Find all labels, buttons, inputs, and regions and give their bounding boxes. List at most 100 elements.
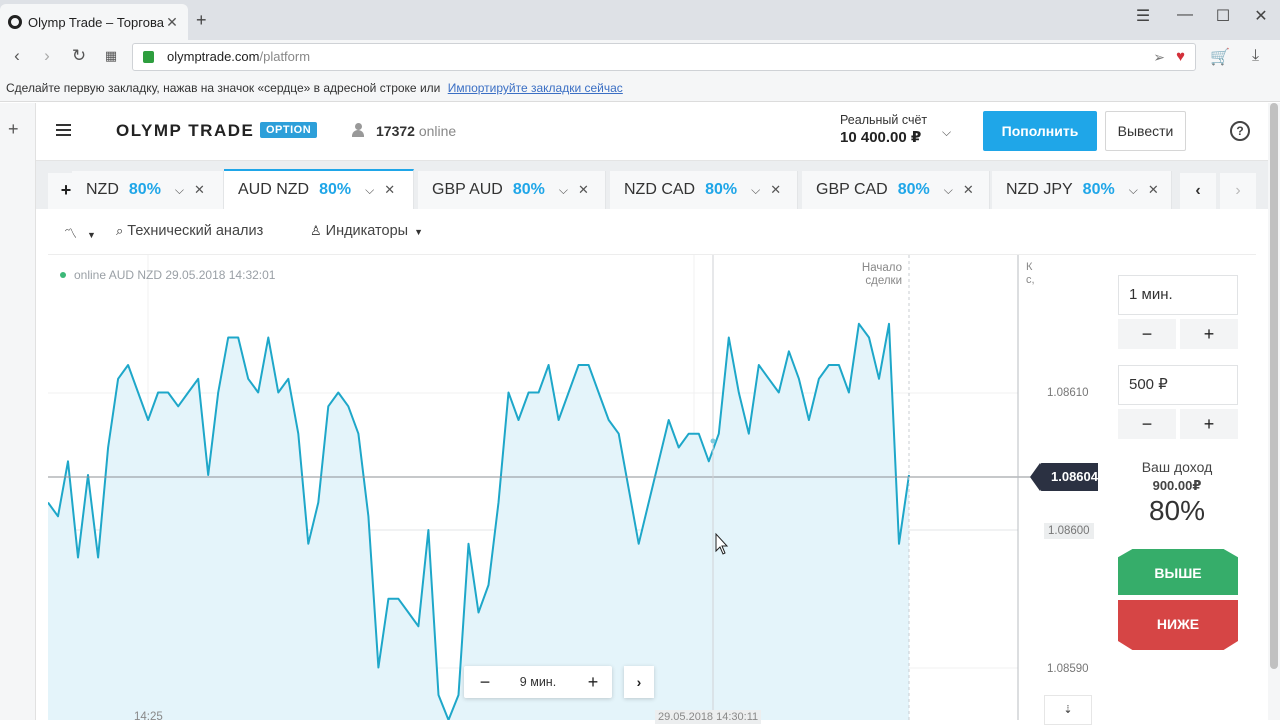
browser-tab-title: Olymp Trade – Торговая п bbox=[28, 14, 164, 30]
add-panel-icon[interactable]: + bbox=[8, 119, 19, 140]
heart-bookmark-icon[interactable]: ♥ bbox=[1176, 44, 1185, 70]
duration-increase-button[interactable]: + bbox=[1180, 319, 1238, 349]
cut-off-label: К с, bbox=[1026, 261, 1035, 287]
close-icon[interactable]: ✕ bbox=[384, 182, 395, 198]
chart-type-button[interactable]: 〽 ▼ bbox=[64, 223, 96, 242]
account-selector[interactable]: Реальный счёт 10 400.00 ₽ ⌵ bbox=[840, 113, 951, 146]
menu-icon[interactable] bbox=[56, 124, 71, 136]
asset-payout: 80% bbox=[128, 181, 161, 198]
lower-button[interactable]: НИЖЕ bbox=[1118, 600, 1238, 650]
asset-tab-aud-nzd[interactable]: AUD NZD 80% ⌵ ✕ bbox=[224, 169, 414, 209]
browser-titlebar: Olymp Trade – Торговая п ✕ + ☰ — ☐ ✕ bbox=[0, 0, 1280, 40]
duration-field[interactable]: 1 мин. bbox=[1118, 275, 1238, 315]
asset-payout: 80% bbox=[897, 181, 930, 198]
logo-badge: OPTION bbox=[260, 122, 318, 138]
withdraw-button[interactable]: Вывести bbox=[1105, 111, 1186, 151]
import-bookmarks-link[interactable]: Импортируйте закладки сейчас bbox=[448, 81, 623, 95]
indicators-label: Индикаторы bbox=[325, 223, 409, 239]
asset-name: NZD CAD bbox=[624, 181, 696, 198]
account-balance: 10 400.00 ₽ bbox=[840, 129, 922, 146]
chevron-down-icon[interactable]: ⌵ bbox=[365, 183, 374, 198]
secure-lock-icon bbox=[143, 51, 154, 63]
browser-tab[interactable]: Olymp Trade – Торговая п ✕ bbox=[0, 4, 188, 40]
asset-tab-nzd-jpy[interactable]: NZD JPY 80% ⌵ ✕ bbox=[992, 171, 1172, 209]
back-icon[interactable]: ‹ bbox=[6, 46, 28, 66]
indicators-button[interactable]: ♙ Индикаторы ▼ bbox=[310, 223, 423, 239]
asset-tab-gbp-aud[interactable]: GBP AUD 80% ⌵ ✕ bbox=[418, 171, 606, 209]
technical-analysis-button[interactable]: ⌕ Технический анализ bbox=[116, 223, 263, 239]
zoom-value: 9 мин. bbox=[519, 675, 557, 689]
asset-tab-nzd-cad[interactable]: NZD CAD 80% ⌵ ✕ bbox=[610, 171, 798, 209]
cart-icon[interactable]: 🛒 bbox=[1210, 47, 1230, 67]
minimize-window-icon[interactable]: — bbox=[1170, 6, 1200, 24]
close-icon[interactable]: ✕ bbox=[963, 182, 974, 198]
higher-button[interactable]: ВЫШЕ bbox=[1118, 549, 1238, 595]
close-tab-icon[interactable]: ✕ bbox=[164, 14, 180, 31]
deal-start-label: Начало сделки bbox=[838, 262, 902, 288]
chart-toolbar: 〽 ▼ ⌕ Технический анализ ♙ Индикаторы ▼ bbox=[48, 209, 1256, 255]
asset-name: NZD bbox=[86, 181, 119, 198]
technical-analysis-label: Технический анализ bbox=[127, 223, 264, 239]
site-favicon-icon bbox=[8, 15, 22, 29]
asset-name: AUD NZD bbox=[238, 181, 310, 198]
price-area bbox=[48, 323, 909, 720]
maximize-window-icon[interactable]: ☐ bbox=[1208, 6, 1238, 26]
tabs-prev-icon[interactable]: ‹ bbox=[1180, 173, 1216, 209]
amount-decrease-button[interactable]: − bbox=[1118, 409, 1176, 439]
tabs-grid-icon[interactable]: ▦ bbox=[100, 48, 122, 64]
chevron-down-icon[interactable]: ⌵ bbox=[942, 125, 951, 140]
deal-start-line1: Начало bbox=[861, 262, 902, 274]
amount-increase-button[interactable]: + bbox=[1180, 409, 1238, 439]
chart-status: online AUD NZD 29.05.2018 14:32:01 bbox=[60, 268, 275, 282]
page-scrollbar[interactable] bbox=[1268, 103, 1280, 720]
close-icon[interactable]: ✕ bbox=[770, 182, 781, 198]
cut-label-1: К bbox=[1026, 261, 1033, 273]
zoom-in-button[interactable]: + bbox=[578, 670, 608, 694]
chevron-down-icon[interactable]: ⌵ bbox=[751, 183, 760, 198]
close-icon[interactable]: ✕ bbox=[578, 182, 589, 198]
chevron-down-icon[interactable]: ⌵ bbox=[175, 183, 184, 198]
url-path: /platform bbox=[259, 49, 311, 64]
app-header: OLYMP TRADE OPTION 17372 online Реальный… bbox=[36, 103, 1268, 161]
url-field[interactable]: olymptrade.com/platform ➢ ♥ bbox=[132, 43, 1196, 71]
deposit-button[interactable]: Пополнить bbox=[983, 111, 1097, 151]
scrollbar-thumb[interactable] bbox=[1270, 103, 1278, 669]
close-icon[interactable]: ✕ bbox=[1148, 182, 1159, 198]
asset-payout: 80% bbox=[705, 181, 738, 198]
send-icon[interactable]: ➢ bbox=[1153, 44, 1165, 70]
scroll-forward-button[interactable]: › bbox=[624, 666, 654, 698]
forward-icon[interactable]: › bbox=[36, 46, 58, 66]
zoom-control: − 9 мин. + bbox=[464, 666, 612, 698]
chevron-down-icon[interactable]: ⌵ bbox=[1129, 183, 1138, 198]
asset-payout: 80% bbox=[319, 181, 352, 198]
collapse-chart-icon[interactable]: ⇣ bbox=[1044, 695, 1092, 725]
duration-decrease-button[interactable]: − bbox=[1118, 319, 1176, 349]
download-icon[interactable]: ⤓ bbox=[1252, 47, 1259, 65]
browser-sidebar: + bbox=[0, 103, 36, 720]
asset-payout: 80% bbox=[1082, 181, 1115, 198]
chevron-down-icon[interactable]: ⌵ bbox=[559, 183, 568, 198]
user-icon bbox=[352, 123, 364, 137]
price-chart[interactable]: online AUD NZD 29.05.2018 14:32:01 Начал… bbox=[48, 255, 1107, 725]
browser-menu-icon[interactable]: ☰ bbox=[1128, 6, 1158, 26]
asset-tab-gbp-cad[interactable]: GBP CAD 80% ⌵ ✕ bbox=[802, 171, 990, 209]
trade-panel: 1 мин. − + 500 ₽ − + Ваш доход 900.00₽ 8… bbox=[1098, 255, 1256, 720]
close-window-icon[interactable]: ✕ bbox=[1246, 6, 1276, 26]
bookmark-bar: Сделайте первую закладку, нажав на значо… bbox=[0, 74, 1280, 102]
crosshair-time-label: 29.05.2018 14:30:11 bbox=[655, 710, 762, 724]
help-icon[interactable]: ? bbox=[1230, 121, 1250, 141]
magnifier-icon: ⌕ bbox=[116, 223, 124, 238]
asset-tab-nzd[interactable]: NZD 80% ⌵ ✕ bbox=[72, 171, 224, 209]
new-tab-button[interactable]: + bbox=[196, 10, 207, 31]
caret-down-icon: ▼ bbox=[87, 230, 96, 240]
tabs-next-icon[interactable]: › bbox=[1220, 173, 1256, 209]
close-icon[interactable]: ✕ bbox=[194, 182, 205, 198]
chart-canvas[interactable] bbox=[48, 255, 1098, 720]
reload-icon[interactable]: ↻ bbox=[68, 46, 90, 66]
amount-field[interactable]: 500 ₽ bbox=[1118, 365, 1238, 405]
chevron-down-icon[interactable]: ⌵ bbox=[944, 183, 953, 198]
online-count: 17372 bbox=[376, 123, 415, 139]
cut-label-2: с, bbox=[1026, 274, 1035, 286]
zoom-out-button[interactable]: − bbox=[470, 670, 500, 694]
income-value: 900.00₽ bbox=[1152, 478, 1202, 493]
